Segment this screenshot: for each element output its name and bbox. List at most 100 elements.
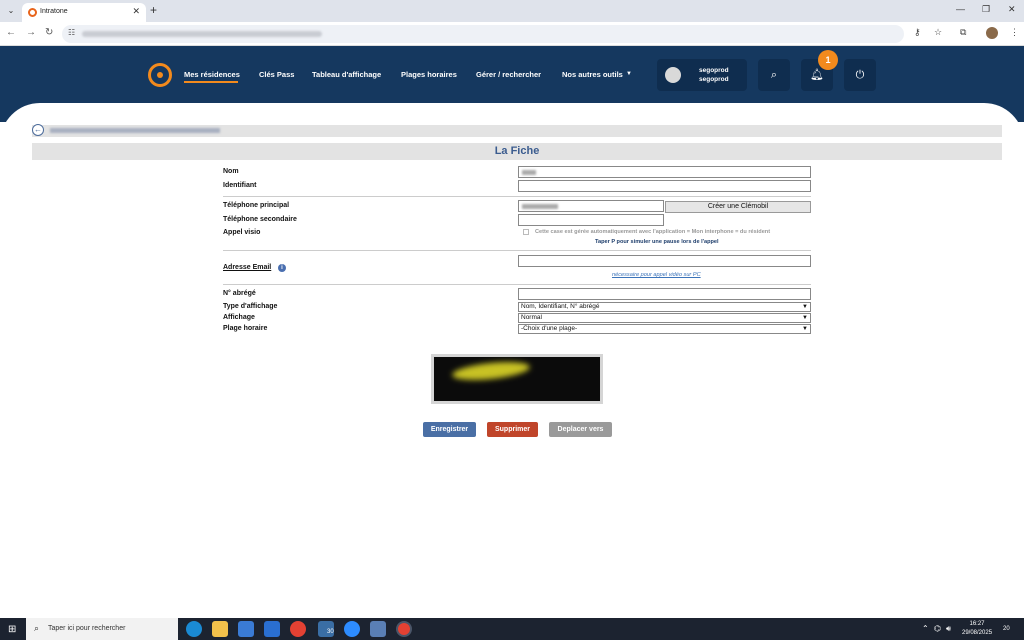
file-explorer-icon[interactable] xyxy=(212,621,228,637)
search-icon: ⌕ xyxy=(34,623,40,633)
calendar-icon[interactable]: 30 xyxy=(318,621,334,637)
plage-horaire-select[interactable]: -Choix d'une plage- ▼ xyxy=(518,324,811,334)
site-favicon-icon xyxy=(28,8,37,17)
type-affichage-value: Nom, Identifiant, N° abrégé xyxy=(521,303,600,310)
nom-value-redacted xyxy=(522,170,536,175)
power-icon[interactable]: ⏻ xyxy=(844,59,876,91)
chevron-up-icon[interactable]: ⌃ xyxy=(922,624,929,633)
tel-value-redacted xyxy=(522,204,558,209)
back-arrow-icon[interactable]: ← xyxy=(32,124,44,136)
nom-input[interactable] xyxy=(518,166,811,178)
intratone-logo[interactable] xyxy=(148,63,172,87)
nav-autres-outils[interactable]: Nos autres outils xyxy=(562,70,623,79)
store-icon[interactable] xyxy=(238,621,254,637)
divider xyxy=(223,196,811,197)
address-bar-row: ← → ↻ ☷ xyxy=(0,22,1024,46)
clock-time: 16:27 xyxy=(969,621,985,627)
extensions-icon[interactable]: ⧉ xyxy=(960,27,966,38)
url-input[interactable]: ☷ xyxy=(62,25,904,43)
appel-visio-checkbox[interactable] xyxy=(523,229,529,235)
deplacer-vers-button[interactable]: Deplacer vers xyxy=(549,422,612,437)
clock-date: 29/08/2025 xyxy=(962,630,993,636)
email-input[interactable] xyxy=(518,255,811,267)
profile-avatar[interactable] xyxy=(986,27,998,39)
page-title: La Fiche xyxy=(32,143,1002,160)
label-tel-secondaire: Téléphone secondaire xyxy=(223,216,297,223)
label-adresse-email[interactable]: Adresse Email xyxy=(223,264,271,271)
caret-down-icon[interactable]: ▼ xyxy=(626,71,632,77)
tel-principal-input[interactable] xyxy=(518,200,664,212)
taskbar-search-placeholder: Taper ici pour rechercher xyxy=(48,625,126,632)
nav-active-indicator xyxy=(184,81,238,83)
edge-icon[interactable] xyxy=(186,621,202,637)
tab-title: Intratone xyxy=(40,8,68,15)
calendar-badge: 30 xyxy=(327,629,334,635)
breadcrumb: ← xyxy=(32,124,1002,137)
url-text-redacted xyxy=(82,31,322,37)
user-name: segoprod xyxy=(699,67,729,74)
nav-cles-pass[interactable]: Clés Pass xyxy=(259,70,294,79)
chrome-active-icon[interactable] xyxy=(396,621,412,637)
nav-tableau-affichage[interactable]: Tableau d'affichage xyxy=(312,70,381,79)
key-icon[interactable]: ⚷ xyxy=(914,27,921,38)
outlook-icon[interactable] xyxy=(264,621,280,637)
label-affichage: Affichage xyxy=(223,314,255,321)
nav-gerer-rechercher[interactable]: Gérer / rechercher xyxy=(476,70,541,79)
nav-mes-residences[interactable]: Mes résidences xyxy=(184,70,240,79)
identifiant-input[interactable] xyxy=(518,180,811,192)
site-settings-icon[interactable]: ☷ xyxy=(68,28,75,37)
label-nom: Nom xyxy=(223,168,239,175)
reload-icon[interactable]: ↻ xyxy=(45,27,53,38)
label-tel-principal: Téléphone principal xyxy=(223,202,290,209)
affichage-value: Normal xyxy=(521,314,542,321)
browser-tab[interactable]: Intratone ✕ xyxy=(22,3,146,22)
user-login: segoprod xyxy=(699,76,729,83)
info-icon[interactable]: i xyxy=(278,264,286,272)
windows-start-icon[interactable]: ⊞ xyxy=(8,624,16,635)
windows-taskbar: ⊞ ⌕ Taper ici pour rechercher 30 ⌃ ⌬ 🔊︎ … xyxy=(0,618,1024,640)
taskbar-search[interactable]: ⌕ Taper ici pour rechercher xyxy=(26,618,178,640)
photo-image xyxy=(434,357,600,401)
affichage-select[interactable]: Normal ▼ xyxy=(518,313,811,323)
num-abrege-input[interactable] xyxy=(518,288,811,300)
back-icon[interactable]: ← xyxy=(6,27,16,38)
volume-icon[interactable]: 🔊︎ xyxy=(946,624,951,634)
tab-list-icon[interactable]: ⌄ xyxy=(4,4,18,18)
restore-icon[interactable]: ❐ xyxy=(982,4,990,15)
network-icon[interactable]: ⌬ xyxy=(934,624,941,633)
label-type-affichage: Type d'affichage xyxy=(223,303,278,310)
browser-tab-bar: ⌄ Intratone ✕ + — ❐ ✕ xyxy=(0,0,1024,22)
zoom-icon[interactable] xyxy=(344,621,360,637)
label-appel-visio: Appel visio xyxy=(223,229,261,236)
plus-icon[interactable]: + xyxy=(150,3,157,17)
avatar xyxy=(665,67,681,83)
label-identifiant: Identifiant xyxy=(223,182,257,189)
search-icon[interactable]: ⌕ xyxy=(758,59,790,91)
clock[interactable]: 16:27 29/08/2025 xyxy=(962,620,992,638)
forward-icon[interactable]: → xyxy=(26,27,36,38)
label-num-abrege: N° abrégé xyxy=(223,290,256,297)
chevron-down-icon: ▼ xyxy=(802,326,808,332)
tel-secondaire-input[interactable] xyxy=(518,214,664,226)
notification-center-badge[interactable]: 20 xyxy=(1003,626,1010,632)
enregistrer-button[interactable]: Enregistrer xyxy=(423,422,476,437)
notification-badge: 1 xyxy=(818,50,838,70)
type-affichage-select[interactable]: Nom, Identifiant, N° abrégé ▼ xyxy=(518,302,811,312)
label-plage-horaire: Plage horaire xyxy=(223,325,268,332)
nav-plages-horaires[interactable]: Plages horaires xyxy=(401,70,457,79)
creer-clemobil-button[interactable]: Créer une Clémobil xyxy=(665,201,811,213)
remote-desktop-icon[interactable] xyxy=(370,621,386,637)
pause-hint: Taper P pour simuler une pause lors de l… xyxy=(595,239,719,245)
supprimer-button[interactable]: Supprimer xyxy=(487,422,538,437)
user-menu[interactable]: segoprod segoprod xyxy=(657,59,747,91)
close-window-icon[interactable]: ✕ xyxy=(1008,4,1016,15)
photo-content-blur xyxy=(451,358,531,384)
star-icon[interactable]: ☆ xyxy=(934,27,942,38)
menu-icon[interactable]: ⋮ xyxy=(1010,27,1019,38)
minimize-icon[interactable]: — xyxy=(956,4,965,14)
chrome-icon[interactable] xyxy=(290,621,306,637)
divider xyxy=(223,250,811,251)
email-help-link[interactable]: nécessaire pour appel vidéo sur PC xyxy=(612,272,701,278)
close-icon[interactable]: ✕ xyxy=(132,6,140,17)
divider xyxy=(223,284,811,285)
